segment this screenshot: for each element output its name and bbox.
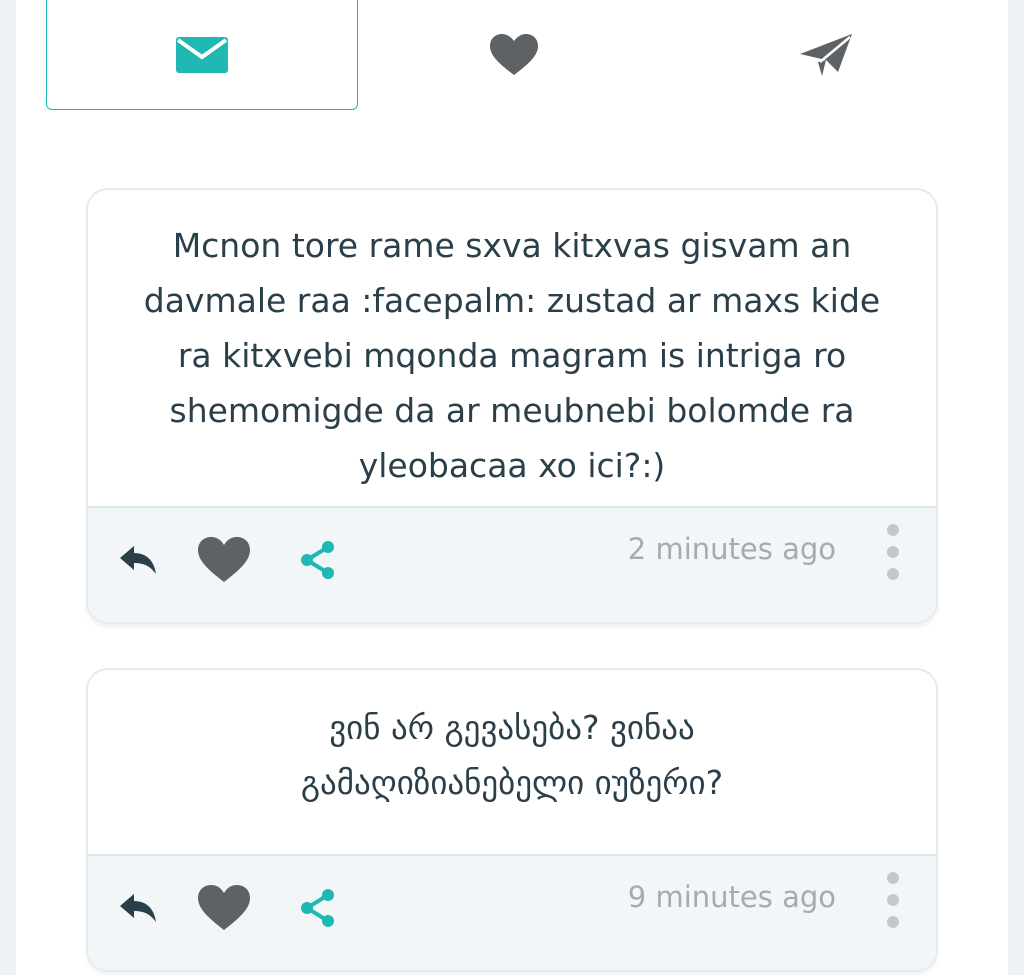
envelope-icon	[175, 36, 229, 74]
reply-button[interactable]	[116, 540, 160, 584]
question-card: ვინ არ გევასება? ვინაა გამაღიზიანებელი ი…	[86, 668, 938, 972]
more-options-button[interactable]	[880, 524, 906, 580]
question-text: ვინ არ გევასება? ვინაა გამაღიზიანებელი ი…	[300, 708, 724, 802]
like-button[interactable]	[194, 882, 254, 938]
share-icon	[296, 886, 340, 934]
card-footer: 9 minutes ago	[88, 854, 936, 970]
tab-likes[interactable]	[358, 0, 670, 110]
card-footer: 2 minutes ago	[88, 506, 936, 622]
like-button[interactable]	[194, 534, 254, 590]
tab-bar	[16, 0, 1008, 112]
dot-icon	[887, 568, 899, 580]
share-button[interactable]	[294, 886, 342, 934]
tab-sent[interactable]	[670, 0, 982, 110]
reply-icon	[118, 544, 158, 580]
share-icon	[296, 538, 340, 586]
share-button[interactable]	[294, 538, 342, 586]
dot-icon	[887, 546, 899, 558]
dot-icon	[887, 872, 899, 884]
question-card: Mcnon tore rame sxva kitxvas gisvam an d…	[86, 188, 938, 624]
dot-icon	[887, 894, 899, 906]
dot-icon	[887, 916, 899, 928]
reply-button[interactable]	[116, 888, 160, 932]
paper-plane-icon	[798, 32, 854, 78]
timestamp: 2 minutes ago	[627, 532, 836, 566]
question-text: Mcnon tore rame sxva kitxvas gisvam an d…	[143, 226, 881, 485]
more-options-button[interactable]	[880, 872, 906, 928]
page: Mcnon tore rame sxva kitxvas gisvam an d…	[16, 0, 1008, 975]
tab-inbox[interactable]	[46, 0, 358, 110]
heart-icon	[488, 33, 540, 77]
timestamp: 9 minutes ago	[627, 880, 836, 914]
heart-icon	[196, 884, 252, 936]
heart-icon	[196, 536, 252, 588]
dot-icon	[887, 524, 899, 536]
reply-icon	[118, 892, 158, 928]
